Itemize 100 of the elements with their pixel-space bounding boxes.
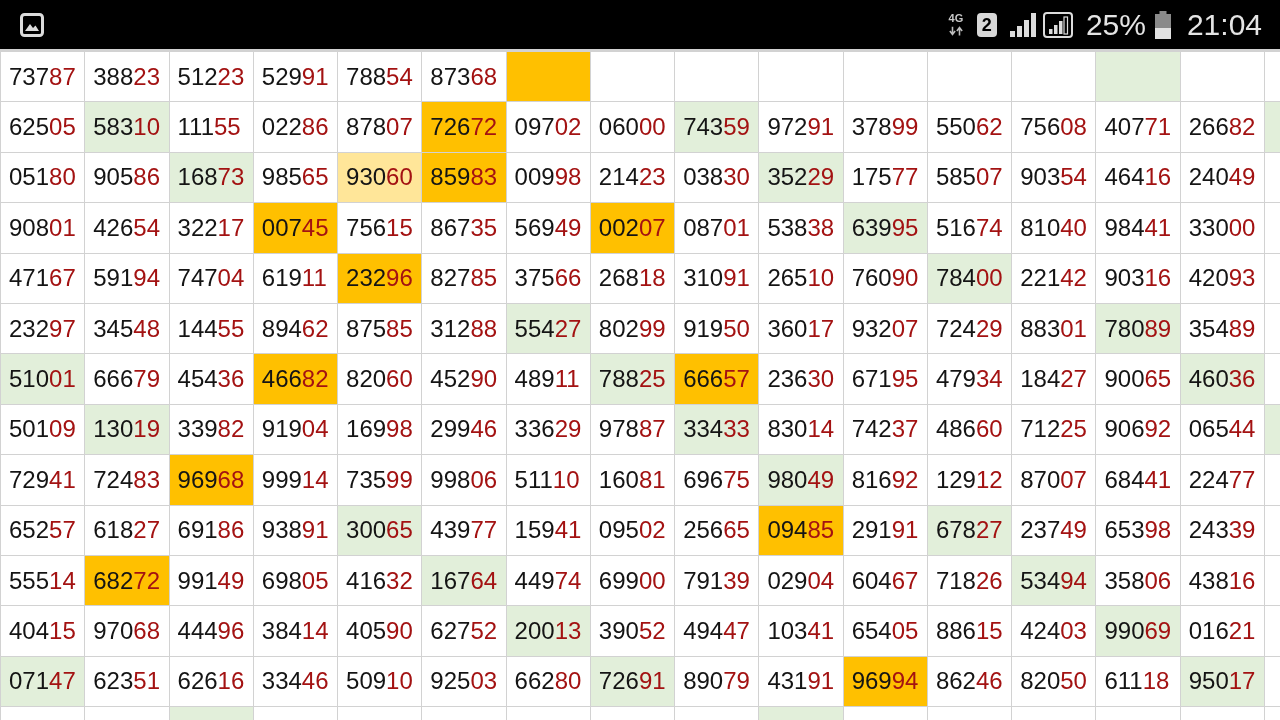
table-cell: 05180 <box>1 152 85 203</box>
table-cell: 38414 <box>253 606 338 656</box>
network-type: 4G <box>948 13 964 24</box>
table-cell: 45290 <box>422 354 506 404</box>
table-cell: 51110 <box>506 455 590 505</box>
table-cell: 60467 <box>843 555 927 606</box>
table-cell: 99069 <box>1096 606 1180 656</box>
table-cell: 98049 <box>759 455 843 505</box>
table-cell: 32217 <box>169 203 253 253</box>
table-cell: 90692 <box>1096 404 1180 455</box>
table-cell: 02286 <box>253 102 338 152</box>
table-cell: 97887 <box>590 404 675 455</box>
table-cell: 56949 <box>506 203 590 253</box>
battery-percent: 25% <box>1085 7 1146 42</box>
table-cell: 51001 <box>1 354 85 404</box>
table-cell: 46682 <box>253 354 338 404</box>
clock-time: 21:04 <box>1186 7 1262 42</box>
table-cell: 89462 <box>253 303 338 354</box>
table-cell: 16764 <box>422 555 506 606</box>
table-cell: 44974 <box>506 555 590 606</box>
table-cell: 78400 <box>927 253 1012 303</box>
table-cell: 24049 <box>1180 152 1264 203</box>
table-cell: 09702 <box>506 102 590 152</box>
table-cell: 74359 <box>675 102 759 152</box>
table-cell: 91904 <box>253 404 338 455</box>
table-cell: 37566 <box>506 253 590 303</box>
table-cell: 78825 <box>590 354 675 404</box>
table-cell: 79139 <box>675 555 759 606</box>
table-cell: 67827 <box>927 505 1012 555</box>
table-cell: 42654 <box>85 203 169 253</box>
table-cell: 20013 <box>506 606 590 656</box>
table-cell: 65257 <box>1 505 85 555</box>
table-cell: 65398 <box>1096 505 1180 555</box>
table-cell: 31091 <box>675 253 759 303</box>
table-cell: 62505 <box>1 102 85 152</box>
table-cell: 59194 <box>85 253 169 303</box>
table-cell: 62616 <box>169 656 253 707</box>
table-cell: 90316 <box>1096 253 1180 303</box>
table-cell: 17577 <box>843 152 927 203</box>
table-cell: 58310 <box>85 102 169 152</box>
table-cell: 46416 <box>1096 152 1180 203</box>
table-cell: 01621 <box>1180 606 1264 656</box>
table-cell: 11155 <box>169 102 253 152</box>
table-cell: 00998 <box>506 152 590 203</box>
table-cell: 72941 <box>1 455 85 505</box>
table-cell: 36017 <box>759 303 843 354</box>
table-cell: 91950 <box>675 303 759 354</box>
table-cell: 93207 <box>843 303 927 354</box>
table-cell: 72691 <box>590 656 675 707</box>
table-cell: 35229 <box>759 152 843 203</box>
table-cell: 65405 <box>843 606 927 656</box>
sim-badge: 2 <box>976 12 997 37</box>
table-cell: 13019 <box>85 404 169 455</box>
table-cell: 14455 <box>169 303 253 354</box>
table-cell: 96994 <box>843 656 927 707</box>
table-cell: 69900 <box>590 555 675 606</box>
table-cell: 86735 <box>422 203 506 253</box>
table-cell: 06000 <box>590 102 675 152</box>
table-cell: 55062 <box>927 102 1012 152</box>
table-cell: 44496 <box>169 606 253 656</box>
table-cell: 07147 <box>1 656 85 707</box>
table-cell: 66280 <box>506 656 590 707</box>
table-cell: 12912 <box>927 455 1012 505</box>
table-cell: 29191 <box>843 505 927 555</box>
table-cell: 97291 <box>759 102 843 152</box>
table-cell: 26682 <box>1180 102 1264 152</box>
table-cell: 26510 <box>759 253 843 303</box>
table-cell: 55427 <box>506 303 590 354</box>
table-cell: 33000 <box>1180 203 1264 253</box>
table-cell: 24339 <box>1180 505 1264 555</box>
table-cell: 61911 <box>253 253 338 303</box>
table-cell: 47167 <box>1 253 85 303</box>
table-cell: 43191 <box>759 656 843 707</box>
table-cell: 66657 <box>675 354 759 404</box>
table-cell: 39052 <box>590 606 675 656</box>
table-cell: 10341 <box>759 606 843 656</box>
table-cell: 69675 <box>675 455 759 505</box>
table-cell: 00207 <box>590 203 675 253</box>
table-cell: 99914 <box>253 455 338 505</box>
table-cell: 34548 <box>85 303 169 354</box>
table-cell: 42093 <box>1180 253 1264 303</box>
table-cell: 51674 <box>927 203 1012 253</box>
table-cell: 09485 <box>759 505 843 555</box>
table-cell: 45436 <box>169 354 253 404</box>
table-cell: 22477 <box>1180 455 1264 505</box>
table-cell: 81040 <box>1012 203 1096 253</box>
table-cell: 93891 <box>253 505 338 555</box>
table-cell: 47934 <box>927 354 1012 404</box>
table-cell: 43816 <box>1180 555 1264 606</box>
table-cell: 85983 <box>422 152 506 203</box>
table-cell: 06544 <box>1180 404 1264 455</box>
table-cell: 16081 <box>590 455 675 505</box>
table-cell: 78089 <box>1096 303 1180 354</box>
table-cell: 67195 <box>843 354 927 404</box>
table-cell: 46036 <box>1180 354 1264 404</box>
table-cell: 99149 <box>169 555 253 606</box>
table-cell: 35806 <box>1096 555 1180 606</box>
table-cell: 74704 <box>169 253 253 303</box>
table-cell: 80299 <box>590 303 675 354</box>
table-cell: 72429 <box>927 303 1012 354</box>
